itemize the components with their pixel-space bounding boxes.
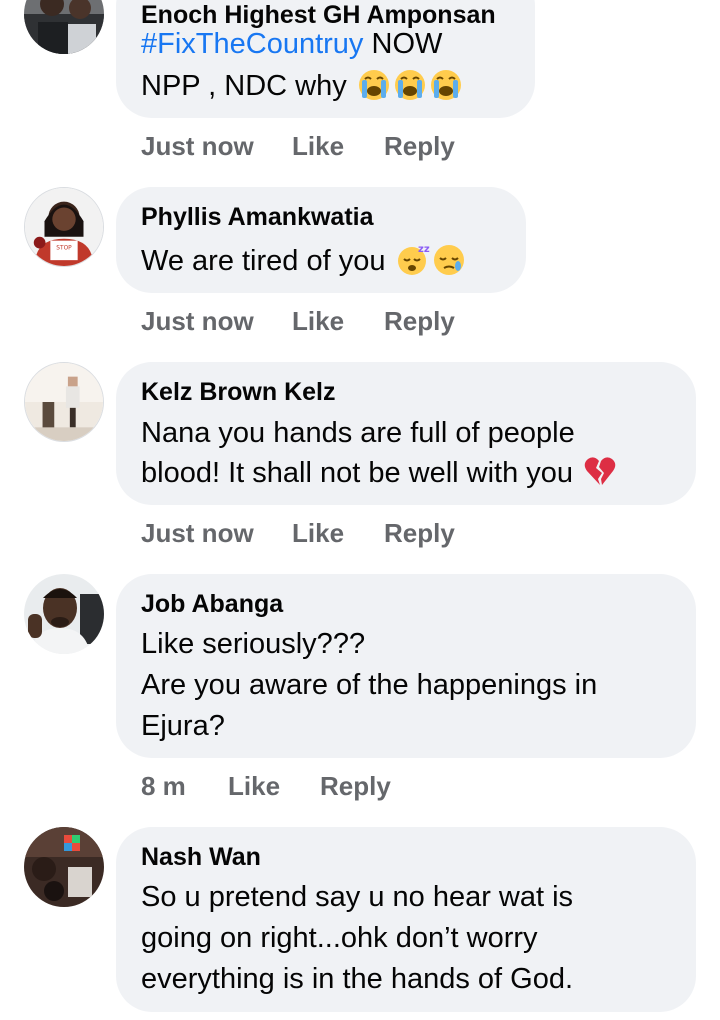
sleeping-face-emoji: zz	[396, 242, 430, 276]
comment-author[interactable]: Nash Wan	[141, 842, 261, 872]
comment-text-line: We are tired of you zz	[141, 241, 466, 281]
comment-text: going on right...ohk don’t worry	[141, 922, 538, 954]
avatar-job[interactable]	[24, 574, 104, 654]
comment-text: NOW	[363, 28, 443, 60]
comment-timestamp: Just now	[141, 306, 254, 336]
reply-button[interactable]: Reply	[384, 518, 455, 548]
comment-text: NPP , NDC why	[141, 70, 347, 102]
comment-text-line: Are you aware of the happenings in	[141, 665, 597, 705]
comment-text: Nana you hands are full of people	[141, 417, 575, 449]
comment-text: Are you aware of the happenings in	[141, 669, 598, 701]
comment-bubble: Job Abanga Like seriously??? Are you awa…	[116, 574, 696, 758]
reply-button[interactable]: Reply	[320, 771, 391, 801]
comment-text-line: #FixTheCountruy NOW	[141, 24, 442, 64]
hashtag-link[interactable]: #FixTheCountruy	[141, 28, 363, 60]
broken-heart-emoji	[583, 454, 617, 488]
reply-button[interactable]: Reply	[384, 306, 455, 336]
comment-timestamp: 8 m	[141, 771, 186, 801]
comment-text: Like seriously???	[141, 628, 366, 660]
comment-bubble: Enoch Highest GH Amponsan #FixTheCountru…	[116, 0, 535, 118]
comment-text: Ejura?	[141, 710, 225, 742]
comment-bubble: Kelz Brown Kelz Nana you hands are full …	[116, 362, 696, 505]
comment-author[interactable]: Job Abanga	[141, 589, 283, 619]
comment-text-line: So u pretend say u no hear wat is	[141, 877, 573, 917]
comment-text-line: going on right...ohk don’t worry	[141, 918, 538, 958]
comment-text: So u pretend say u no hear wat is	[141, 881, 574, 913]
comment-text-line: Ejura?	[141, 706, 225, 746]
comment-text-line: NPP , NDC why	[141, 66, 463, 106]
like-button[interactable]: Like	[228, 771, 280, 801]
comment-bubble: Nash Wan So u pretend say u no hear wat …	[116, 827, 696, 1012]
comment-text: everything is in the hands of God.	[141, 963, 574, 995]
svg-text:zz: zz	[418, 244, 430, 255]
sleepy-face-emoji	[432, 242, 466, 276]
comment-text-line: Like seriously???	[141, 624, 365, 664]
comment-timestamp: Just now	[141, 518, 254, 548]
like-button[interactable]: Like	[292, 131, 344, 161]
comment-text-line: blood! It shall not be well with you	[141, 453, 617, 493]
reply-button[interactable]: Reply	[384, 131, 455, 161]
loudly-crying-face-emoji	[393, 67, 427, 101]
avatar-kelz[interactable]	[24, 362, 104, 442]
comment-author[interactable]: Phyllis Amankwatia	[141, 202, 374, 232]
comment-text-line: Nana you hands are full of people	[141, 413, 575, 453]
comment-timestamp: Just now	[141, 131, 254, 161]
comments-feed: Enoch Highest GH Amponsan #FixTheCountru…	[0, 0, 720, 1020]
avatar-enoch[interactable]	[24, 0, 104, 54]
loudly-crying-face-emoji	[429, 67, 463, 101]
comment-text: We are tired of you	[141, 245, 386, 277]
svg-text:STOP: STOP	[56, 245, 72, 251]
avatar-nash[interactable]	[24, 827, 104, 907]
comment-text-line: everything is in the hands of God.	[141, 959, 573, 999]
comment-text: blood! It shall not be well with you	[141, 457, 574, 489]
loudly-crying-face-emoji	[357, 67, 391, 101]
like-button[interactable]: Like	[292, 306, 344, 336]
comment-author[interactable]: Kelz Brown Kelz	[141, 377, 335, 407]
like-button[interactable]: Like	[292, 518, 344, 548]
avatar-phyllis[interactable]: STOP	[24, 187, 104, 267]
comment-bubble: Phyllis Amankwatia We are tired of you z…	[116, 187, 526, 293]
